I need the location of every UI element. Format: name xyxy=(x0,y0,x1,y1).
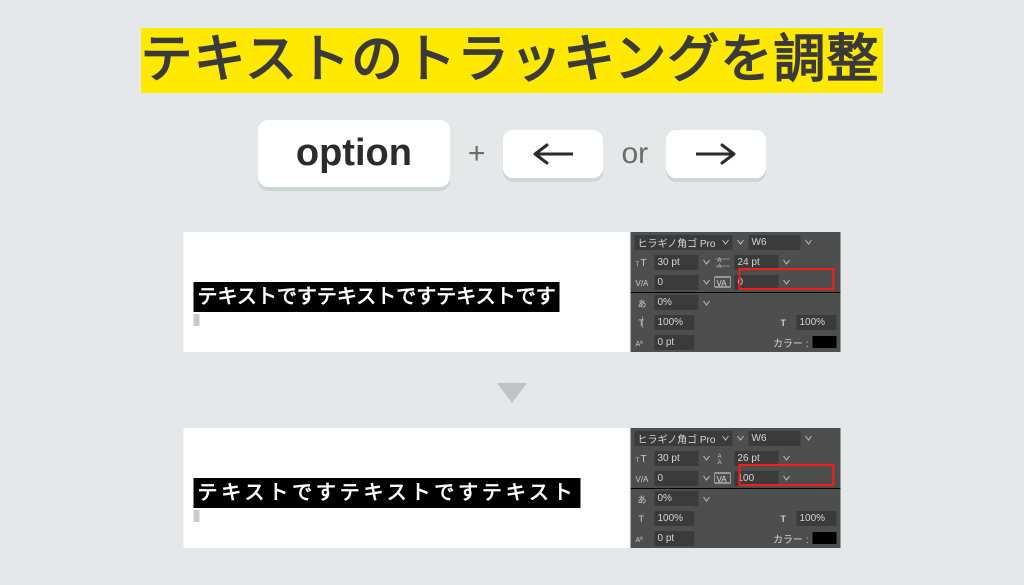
svg-text:T: T xyxy=(781,514,787,524)
vert-stretch-field[interactable]: 0% xyxy=(655,491,699,506)
vert-scale-icon: T xyxy=(635,512,651,524)
chevron-down-icon xyxy=(703,474,711,482)
arrow-right-icon xyxy=(694,142,738,166)
color-swatch[interactable] xyxy=(813,532,837,544)
svg-text:T: T xyxy=(641,258,647,268)
horiz-scale-field[interactable]: 100% xyxy=(797,315,837,330)
tracking-field[interactable]: 100 xyxy=(735,471,779,486)
chevron-down-icon xyxy=(703,278,711,286)
chevron-down-icon xyxy=(737,434,745,442)
svg-text:Aª: Aª xyxy=(636,341,644,348)
vert-scale-icon: T xyxy=(635,316,651,328)
example-after: テキストですテキストですテキスト ヒラギノ角ゴ Pro W6 TT 30 pt … xyxy=(184,428,841,548)
chevron-down-icon xyxy=(783,454,791,462)
font-size-icon: TT xyxy=(635,452,651,464)
color-label: カラー : xyxy=(773,335,809,350)
chevron-down-icon xyxy=(703,495,711,503)
leading-icon: AA xyxy=(715,452,731,464)
font-size-field[interactable]: 30 pt xyxy=(655,255,699,270)
character-panel-before: ヒラギノ角ゴ Pro W6 TT 30 pt AA 24 pt V/ xyxy=(631,232,841,352)
svg-text:Aª: Aª xyxy=(636,537,644,544)
svg-text:T: T xyxy=(639,514,645,524)
svg-text:あ: あ xyxy=(638,495,647,505)
sample-text-after[interactable]: テキストですテキストですテキスト xyxy=(194,478,581,508)
chevron-down-icon xyxy=(783,258,791,266)
svg-text:T: T xyxy=(636,458,640,464)
svg-text:VA: VA xyxy=(717,279,728,288)
chevron-down-icon xyxy=(703,454,711,462)
font-family-field[interactable]: ヒラギノ角ゴ Pro xyxy=(635,431,733,446)
kerning-field[interactable]: 0 xyxy=(655,471,699,486)
baseline-shift-field[interactable]: 0 pt xyxy=(655,335,695,350)
svg-text:V/A: V/A xyxy=(636,475,650,484)
or-label: or xyxy=(621,137,648,171)
font-size-icon: TT xyxy=(635,256,651,268)
horiz-scale-field[interactable]: 100% xyxy=(797,511,837,526)
tracking-field[interactable]: 0 xyxy=(735,275,779,290)
font-weight-field[interactable]: W6 xyxy=(749,235,801,250)
vert-scale-field[interactable]: 100% xyxy=(655,511,695,526)
font-weight-field[interactable]: W6 xyxy=(749,431,801,446)
sample-text-before[interactable]: テキストですテキストですテキストです xyxy=(194,282,560,312)
tracking-icon: VA xyxy=(715,276,731,288)
text-baseline-handle xyxy=(194,510,200,522)
text-baseline-handle xyxy=(194,314,200,326)
chevron-down-icon xyxy=(783,474,791,482)
baseline-shift-icon: Aª xyxy=(635,336,651,348)
svg-text:T: T xyxy=(639,318,645,328)
leading-icon: AA xyxy=(715,256,731,268)
vert-scale-field[interactable]: 100% xyxy=(655,315,695,330)
chevron-down-icon xyxy=(737,238,745,246)
leading-field[interactable]: 24 pt xyxy=(735,255,779,270)
color-swatch[interactable] xyxy=(813,336,837,348)
plus-sign: + xyxy=(468,137,486,171)
color-label: カラー : xyxy=(773,531,809,546)
svg-text:VA: VA xyxy=(717,475,728,484)
tracking-icon: VA xyxy=(715,472,731,484)
kerning-icon: V/A xyxy=(635,276,651,288)
horiz-scale-icon: T xyxy=(777,316,793,328)
chevron-down-icon xyxy=(805,434,813,442)
chevron-down-icon xyxy=(722,238,730,246)
example-before: テキストですテキストですテキストです ヒラギノ角ゴ Pro W6 TT 30 p… xyxy=(184,232,841,352)
arrow-left-icon xyxy=(531,142,575,166)
horiz-scale-icon: T xyxy=(777,512,793,524)
key-arrow-left xyxy=(503,130,603,178)
shortcut-key-row: option + or xyxy=(0,120,1024,187)
svg-text:T: T xyxy=(636,262,640,268)
character-panel-after: ヒラギノ角ゴ Pro W6 TT 30 pt AA 26 pt V/A 0 xyxy=(631,428,841,548)
font-size-field[interactable]: 30 pt xyxy=(655,451,699,466)
vert-stretch-field[interactable]: 0% xyxy=(655,295,699,310)
chevron-down-icon xyxy=(805,238,813,246)
font-family-field[interactable]: ヒラギノ角ゴ Pro xyxy=(635,235,733,250)
flow-down-arrow-icon xyxy=(492,378,532,408)
svg-text:A: A xyxy=(718,460,722,464)
baseline-shift-field[interactable]: 0 pt xyxy=(655,531,695,546)
svg-text:T: T xyxy=(641,454,647,464)
page-title: テキストのトラッキングを調整 xyxy=(141,28,884,93)
leading-field[interactable]: 26 pt xyxy=(735,451,779,466)
vert-stretch-icon: あ xyxy=(635,493,651,505)
chevron-down-icon xyxy=(703,299,711,307)
key-arrow-right xyxy=(666,130,766,178)
chevron-down-icon xyxy=(722,434,730,442)
kerning-icon: V/A xyxy=(635,472,651,484)
key-option: option xyxy=(258,120,450,187)
chevron-down-icon xyxy=(703,258,711,266)
svg-text:V/A: V/A xyxy=(636,279,650,288)
chevron-down-icon xyxy=(783,278,791,286)
kerning-field[interactable]: 0 xyxy=(655,275,699,290)
svg-text:T: T xyxy=(781,318,787,328)
vert-stretch-icon: あ xyxy=(635,297,651,309)
svg-text:あ: あ xyxy=(638,299,647,309)
baseline-shift-icon: Aª xyxy=(635,532,651,544)
